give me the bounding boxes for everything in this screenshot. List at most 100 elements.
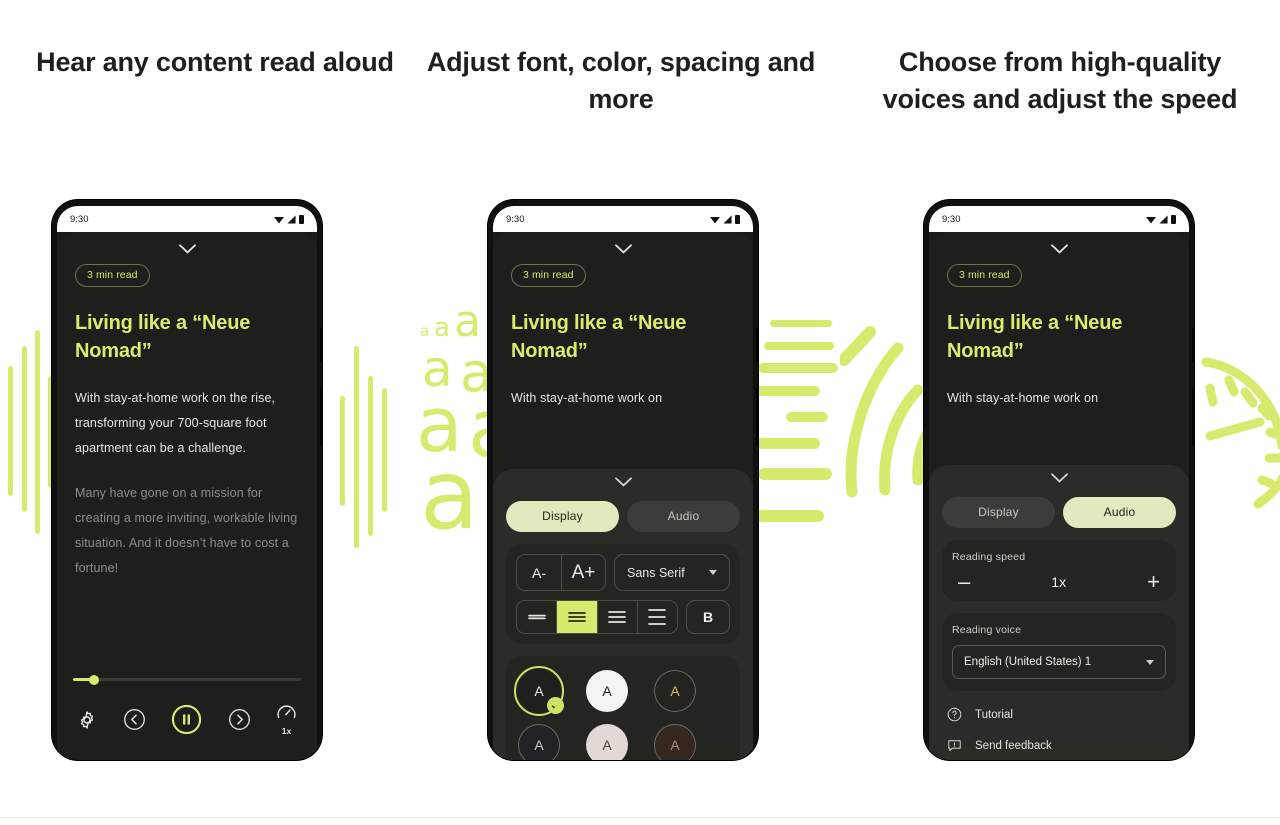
article-surface-1: 3 min read Living like a “Neue Nomad” Wi…	[57, 232, 317, 760]
line-spacing-tight-button[interactable]	[517, 601, 556, 633]
battery-icon	[1171, 214, 1176, 224]
collapse-handle-3[interactable]	[947, 242, 1171, 264]
article-surface-3: 3 min read Living like a “Neue Nomad” Wi…	[929, 232, 1189, 760]
typography-group: A- A+ Sans Serif B	[506, 544, 740, 644]
reading-voice-label: Reading voice	[952, 624, 1022, 636]
tutorial-link[interactable]: Tutorial	[942, 707, 1176, 722]
sheet-collapse-handle[interactable]	[942, 471, 1176, 493]
phone-mockup-2: 9:30 3 min read Living like a “Neue Noma…	[488, 200, 758, 760]
theme-swatch-blush[interactable]: A	[586, 724, 628, 760]
phone-side-button-top	[1192, 328, 1194, 362]
line-spacing-loose-button[interactable]	[636, 601, 677, 633]
collapse-handle-2[interactable]	[511, 242, 735, 264]
forward-button[interactable]	[228, 708, 251, 731]
wifi-icon	[1146, 216, 1156, 223]
phone-mockup-3: 9:30 3 min read Living like a “Neue Noma…	[924, 200, 1194, 760]
article-title: Living like a “Neue Nomad”	[511, 312, 687, 363]
line-spacing-normal-button[interactable]	[556, 601, 597, 633]
article-paragraph-peek: With stay-at-home work on	[511, 390, 663, 405]
phone-side-button-top	[756, 328, 758, 362]
forward-icon	[228, 709, 250, 730]
font-family-value: Sans Serif	[627, 565, 685, 580]
chevron-down-icon	[709, 570, 717, 575]
line-spacing-tight-icon	[527, 614, 546, 620]
rewind-button[interactable]	[123, 708, 146, 731]
article-surface-2: 3 min read Living like a “Neue Nomad” Wi…	[493, 232, 753, 760]
theme-swatch-dark[interactable]: A	[514, 666, 564, 716]
status-icons	[274, 214, 304, 224]
collapse-handle-1[interactable]	[75, 242, 299, 264]
typography-row-2: B	[516, 600, 730, 634]
increase-text-size-button[interactable]: A+	[561, 555, 605, 590]
tutorial-label: Tutorial	[975, 708, 1013, 721]
settings-tabs: Display Audio	[506, 501, 740, 532]
bottom-divider	[0, 817, 1280, 818]
tab-audio[interactable]: Audio	[627, 501, 740, 532]
panel-1-headline: Hear any content read aloud	[36, 47, 394, 77]
promo-stage: a a a a a a a a	[0, 0, 1280, 825]
feedback-icon	[948, 740, 961, 752]
pause-icon	[171, 704, 202, 735]
read-time-chip: 3 min read	[947, 264, 1022, 287]
status-time: 9:30	[942, 213, 961, 225]
theme-swatch-navy[interactable]: A	[518, 724, 560, 760]
status-icons	[710, 214, 740, 224]
phone-screen-1: 9:30 3 min read Living like a “Neue Noma…	[57, 206, 317, 760]
line-spacing-relaxed-button[interactable]	[596, 601, 637, 633]
signal-icon	[287, 214, 296, 224]
highlighted-sentence: With stay-at-home work on the rise,	[75, 390, 276, 405]
panel-3-headline: Choose from high-quality voices and adju…	[882, 47, 1238, 114]
tab-display[interactable]: Display	[506, 501, 619, 532]
settings-tabs: Display Audio	[942, 497, 1176, 528]
decrease-text-size-button[interactable]: A-	[517, 555, 561, 590]
phone-screen-2: 9:30 3 min read Living like a “Neue Noma…	[493, 206, 753, 760]
reading-speed-value: 1x	[1051, 574, 1067, 590]
audio-player-bar: 1x	[57, 668, 317, 760]
bold-button[interactable]: B	[686, 600, 730, 634]
playback-speed-button[interactable]: 1x	[276, 703, 297, 736]
panel-2-headline: Adjust font, color, spacing and more	[426, 47, 816, 114]
reading-speed-label: Reading speed	[952, 551, 1026, 563]
chevron-down-icon	[1146, 659, 1154, 665]
display-settings-sheet: Display Audio A- A+ Sans Serif B A A A A…	[493, 469, 753, 760]
progress-slider[interactable]	[73, 674, 301, 685]
font-family-select[interactable]: Sans Serif	[614, 554, 730, 591]
wifi-icon	[710, 216, 720, 223]
panel-1: Hear any content read aloud 9:30 3 min r…	[0, 0, 430, 825]
settings-button[interactable]	[77, 710, 97, 730]
panel-2: Adjust font, color, spacing and more 9:3…	[406, 0, 836, 825]
tab-audio[interactable]: Audio	[1063, 497, 1176, 528]
theme-swatches: A A A A A A A	[514, 666, 728, 760]
theme-swatch-light[interactable]: A	[586, 670, 628, 712]
speedometer-icon	[277, 705, 296, 719]
status-icons	[1146, 214, 1176, 224]
status-bar: 9:30	[57, 206, 317, 232]
signal-icon	[723, 214, 732, 224]
progress-knob[interactable]	[88, 674, 99, 685]
phone-side-button-bottom	[320, 388, 322, 446]
play-pause-button[interactable]	[171, 704, 202, 735]
status-time: 9:30	[70, 213, 89, 225]
panel-3: Choose from high-quality voices and adju…	[845, 0, 1275, 825]
help-circle-icon	[947, 707, 962, 722]
theme-swatch-coffee[interactable]: A	[654, 724, 696, 760]
reading-speed-stepper: – 1x +	[952, 571, 1166, 595]
article-paragraph-2: Many have gone on a mission for creating…	[75, 485, 298, 575]
text-fade-overlay	[57, 598, 317, 668]
phone-side-button-bottom	[1192, 388, 1194, 446]
decrease-speed-button[interactable]: –	[958, 571, 970, 593]
increase-speed-button[interactable]: +	[1147, 571, 1160, 593]
reading-voice-select[interactable]: English (United States) 1	[952, 645, 1166, 679]
sheet-collapse-handle[interactable]	[506, 475, 740, 497]
tab-display[interactable]: Display	[942, 497, 1055, 528]
send-feedback-link[interactable]: Send feedback	[942, 738, 1176, 753]
player-controls: 1x	[73, 703, 301, 736]
status-bar: 9:30	[493, 206, 753, 232]
line-spacing-normal-icon	[568, 612, 586, 622]
theme-swatch-sepia-dark[interactable]: A	[654, 670, 696, 712]
battery-icon	[735, 214, 740, 224]
typography-row-1: A- A+ Sans Serif	[516, 554, 730, 591]
chevron-down-icon	[178, 244, 196, 254]
reading-voice-group: Reading voice English (United States) 1	[942, 613, 1176, 691]
line-spacing-loose-icon	[648, 609, 667, 625]
